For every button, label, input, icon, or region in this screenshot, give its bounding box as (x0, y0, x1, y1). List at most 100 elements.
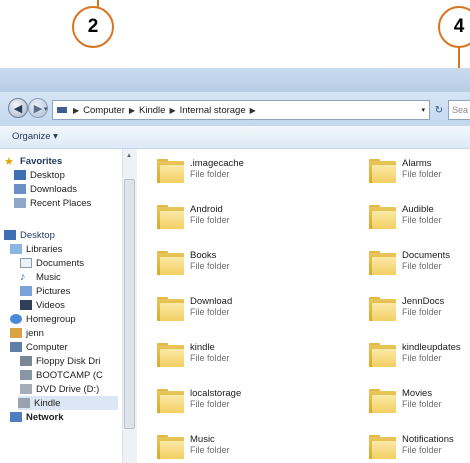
folder-icon (369, 435, 396, 459)
folder-name: localstorage (190, 388, 242, 399)
search-input[interactable]: Sea (448, 100, 470, 120)
nav-pictures[interactable]: Pictures (20, 284, 70, 298)
documents-icon (20, 258, 32, 268)
scroll-up-icon[interactable]: ▲ (126, 153, 132, 159)
folder-tile[interactable]: Download File folder (157, 296, 232, 330)
back-button[interactable]: ◀ (8, 98, 28, 118)
folder-name: Documents (402, 250, 451, 261)
folder-name: kindleupdates (402, 342, 461, 353)
desktop-icon (14, 170, 26, 180)
scroll-thumb[interactable] (124, 179, 135, 429)
computer-icon (57, 107, 67, 113)
callout-2-leader (97, 0, 99, 8)
navigation-pane: ★ Favorites Desktop Downloads Recent Pla… (0, 149, 123, 463)
nav-bootcamp-drive[interactable]: BOOTCAMP (C (20, 368, 103, 382)
folder-icon (369, 389, 396, 413)
address-dropdown-icon[interactable]: ▾ (421, 106, 425, 114)
folder-tile[interactable]: Music File folder (157, 434, 230, 463)
floppy-icon (20, 356, 32, 366)
callout-4: 4 (438, 6, 470, 48)
nav-recent-places[interactable]: Recent Places (14, 196, 91, 210)
folder-tile[interactable]: kindleupdates File folder (369, 342, 461, 376)
nav-user-jenn[interactable]: jenn (10, 326, 44, 340)
recent-pages-chevron-icon[interactable]: ▾ (44, 105, 48, 113)
path-segment-kindle[interactable]: Kindle (139, 105, 165, 116)
drive-icon (20, 370, 32, 380)
libraries-icon (10, 244, 22, 254)
callout-2: 2 (72, 6, 114, 48)
folder-tile[interactable]: .imagecache File folder (157, 158, 244, 192)
folder-type: File folder (190, 307, 230, 317)
nav-libraries[interactable]: Libraries (10, 242, 62, 256)
folder-type: File folder (402, 399, 442, 409)
folder-tile[interactable]: JennDocs File folder (369, 296, 444, 330)
folder-type: File folder (402, 445, 442, 455)
homegroup-icon (10, 314, 22, 324)
refresh-icon[interactable]: ↻ (432, 100, 446, 120)
folder-type: File folder (190, 353, 230, 363)
nav-videos[interactable]: Videos (20, 298, 65, 312)
folder-icon (157, 297, 184, 321)
folder-name: Download (190, 296, 233, 307)
folder-name: JennDocs (402, 296, 445, 307)
command-bar: Organize ▾ (0, 126, 470, 149)
nav-network[interactable]: Network (10, 410, 63, 424)
folder-icon (369, 251, 396, 275)
star-icon: ★ (4, 155, 14, 168)
folder-tile[interactable]: Alarms File folder (369, 158, 442, 192)
pictures-icon (20, 286, 32, 296)
folder-type: File folder (190, 399, 230, 409)
path-separator-icon[interactable]: ▶ (129, 106, 135, 115)
nav-homegroup[interactable]: Homegroup (10, 312, 76, 326)
nav-music[interactable]: ♪ Music (20, 270, 61, 284)
folder-tile[interactable]: Movies File folder (369, 388, 442, 422)
organize-button[interactable]: Organize ▾ (12, 131, 58, 142)
nav-scrollbar[interactable]: ▲ (122, 149, 137, 463)
folder-tile[interactable]: Android File folder (157, 204, 230, 238)
path-separator-icon[interactable]: ▶ (169, 106, 175, 115)
path-segment-internal-storage[interactable]: Internal storage (180, 105, 246, 116)
path-separator-icon[interactable]: ▶ (73, 106, 79, 115)
nav-favorites[interactable]: ★ Favorites (4, 154, 62, 168)
user-icon (10, 328, 22, 338)
folder-tile[interactable]: Books File folder (157, 250, 230, 284)
desktop-icon (4, 230, 16, 240)
file-list: .imagecache File folder Alarms File folder A… (137, 149, 470, 463)
folder-name: Alarms (402, 158, 432, 169)
folder-tile[interactable]: Audible File folder (369, 204, 442, 238)
folder-tile[interactable]: kindle File folder (157, 342, 230, 376)
folder-icon (369, 343, 396, 367)
downloads-icon (14, 184, 26, 194)
folder-name: Movies (402, 388, 433, 399)
videos-icon (20, 300, 32, 310)
folder-type: File folder (190, 169, 230, 179)
folder-icon (157, 159, 184, 183)
nav-downloads[interactable]: Downloads (14, 182, 77, 196)
folder-name: Music (190, 434, 215, 445)
address-bar-area: ◀ ▶ ▾ ▶ Computer ▶ Kindle ▶ Internal sto… (0, 92, 470, 127)
folder-icon (157, 389, 184, 413)
path-separator-icon[interactable]: ▶ (250, 106, 256, 115)
nav-kindle[interactable]: Kindle (18, 396, 118, 410)
address-path[interactable]: ▶ Computer ▶ Kindle ▶ Internal storage ▶… (52, 100, 430, 120)
music-icon: ♪ (20, 271, 26, 283)
path-segment-computer[interactable]: Computer (83, 105, 125, 116)
folder-type: File folder (190, 445, 230, 455)
folder-tile[interactable]: localstorage File folder (157, 388, 241, 422)
nav-documents[interactable]: Documents (20, 256, 84, 270)
folder-tile[interactable]: Documents File folder (369, 250, 450, 284)
nav-desktop[interactable]: Desktop (4, 228, 55, 242)
folder-type: File folder (402, 215, 442, 225)
folder-type: File folder (402, 353, 442, 363)
folder-name: Android (190, 204, 223, 215)
network-icon (10, 412, 22, 422)
folder-name: kindle (190, 342, 215, 353)
nav-desktop-favorite[interactable]: Desktop (14, 168, 65, 182)
nav-computer[interactable]: Computer (10, 340, 68, 354)
nav-floppy-drive[interactable]: Floppy Disk Dri (20, 354, 100, 368)
folder-type: File folder (402, 307, 442, 317)
nav-dvd-drive[interactable]: DVD Drive (D:) (20, 382, 99, 396)
folder-tile[interactable]: Notifications File folder (369, 434, 454, 463)
folder-type: File folder (402, 169, 442, 179)
kindle-icon (18, 398, 30, 408)
